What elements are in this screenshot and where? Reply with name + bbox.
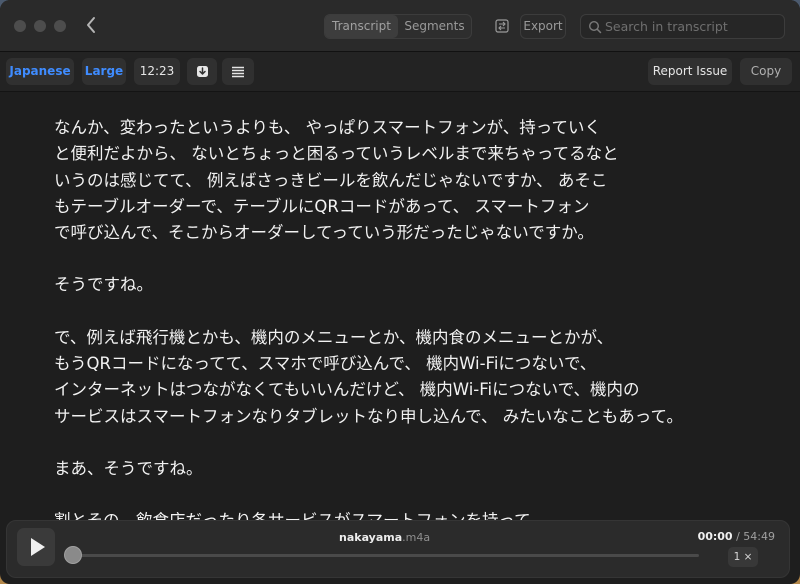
back-button[interactable]	[80, 13, 102, 39]
transcript-line: で、例えば飛行機とかも、機内のメニューとか、機内食のメニューとかが、	[54, 327, 614, 347]
transcript-line: そうですね。	[54, 275, 153, 295]
transcript-paragraph: 割とその、飲食店だったり各サービスがスマートフォンを持って	[54, 508, 800, 520]
transcript-body: なんか、変わったというよりも、 やっぱりスマートフォンが、持っていく と便利だよ…	[0, 93, 800, 520]
audio-player: nakayama.m4a 00:00 / 54:49 1 ×	[6, 520, 790, 578]
list-icon	[232, 66, 244, 78]
transcript-line: サービスはスマートフォンなりタブレットなり申し込んで、 みたいなこともあって。	[54, 406, 683, 426]
transcript-paragraph: なんか、変わったというよりも、 やっぱりスマートフォンが、持っていく と便利だよ…	[54, 115, 800, 246]
time-separator: /	[736, 530, 740, 543]
report-issue-button[interactable]: Report Issue	[648, 58, 732, 85]
language-button[interactable]: Japanese	[6, 58, 74, 85]
transcript-line: 割とその、飲食店だったり各サービスがスマートフォンを持って	[54, 508, 800, 520]
playback-speed-button[interactable]: 1 ×	[728, 547, 758, 567]
transcript-line: と便利だよから、 ないとちょっと困るっていうレベルまで来ちゃってるなと	[54, 144, 619, 164]
file-name-base: nakayama	[339, 531, 403, 544]
toolbar: Japanese Large 12:23 Report Issue Copy	[0, 52, 800, 92]
transcript-paragraph: そうですね。	[54, 272, 800, 298]
list-button[interactable]	[222, 58, 254, 85]
current-time: 00:00	[697, 530, 733, 543]
file-name: nakayama.m4a	[339, 531, 430, 544]
download-icon	[196, 66, 208, 77]
search-input[interactable]	[605, 15, 780, 38]
export-button[interactable]: Export	[520, 14, 566, 39]
search-field	[580, 14, 785, 39]
transcript-line: もうQRコードになってて、スマホで呼び込んで、 機内Wi-Fiにつないで、	[54, 354, 597, 374]
app-window: Transcript Segments Export Japanese Larg…	[0, 0, 800, 584]
copy-button[interactable]: Copy	[740, 58, 792, 85]
text-size-button[interactable]: Large	[82, 58, 126, 85]
file-extension: .m4a	[402, 531, 431, 544]
close-window-button[interactable]	[14, 20, 26, 32]
timestamp-button[interactable]: 12:23	[134, 58, 180, 85]
search-icon	[588, 20, 602, 34]
playback-track[interactable]	[73, 554, 699, 557]
view-segmented-control: Transcript Segments	[324, 14, 472, 39]
play-icon	[31, 538, 45, 556]
transcript-line: いうのは感じてて、 例えばさっきビールを飲んだじゃないですか、 あそこ	[54, 170, 608, 190]
transcript-paragraph: で、例えば飛行機とかも、機内のメニューとか、機内食のメニューとかが、 もうQRコ…	[54, 325, 800, 430]
transcript-line: インターネットはつながなくてもいいんだけど、 機内Wi-Fiにつないで、機内の	[54, 380, 640, 400]
title-bar: Transcript Segments Export	[0, 0, 800, 52]
tab-segments[interactable]: Segments	[398, 15, 471, 38]
tab-transcript[interactable]: Transcript	[325, 15, 398, 38]
swap-button[interactable]	[490, 14, 514, 39]
minimize-window-button[interactable]	[34, 20, 46, 32]
swap-icon	[495, 19, 509, 33]
transcript-line: まあ、そうですね。	[54, 458, 203, 478]
zoom-window-button[interactable]	[54, 20, 66, 32]
transcript-line: なんか、変わったというよりも、 やっぱりスマートフォンが、持っていく	[54, 118, 601, 137]
chevron-left-icon	[87, 17, 95, 33]
time-readout: 00:00 / 54:49	[698, 530, 775, 543]
total-time: 54:49	[743, 530, 775, 543]
play-button[interactable]	[17, 528, 55, 566]
transcript-line: で呼び込んで、そこからオーダーしてっていう形だったじゃないですか。	[54, 223, 594, 243]
transcript-line: もテーブルオーダーで、テーブルにQRコードがあって、 スマートフォン	[54, 196, 590, 216]
download-button[interactable]	[187, 58, 217, 85]
transcript-paragraph: まあ、そうですね。	[54, 456, 800, 482]
playback-scrubber[interactable]	[64, 546, 82, 564]
